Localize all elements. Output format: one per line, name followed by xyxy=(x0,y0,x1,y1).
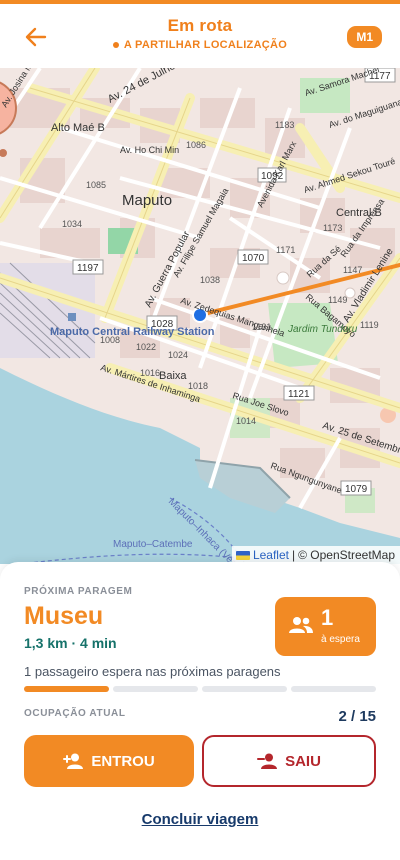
page-title: Em rota xyxy=(167,16,233,35)
road-number-label: 1034 xyxy=(62,219,82,229)
road-number-label: 1173 xyxy=(323,223,342,233)
ferry-label: Maputo–Catembe xyxy=(113,539,193,550)
progress-segment xyxy=(24,686,109,692)
waiting-count: 1 xyxy=(321,605,334,630)
map-canvas[interactable]: 1177 1092 1197 1070 1028 1121 1079 1034 … xyxy=(0,68,400,564)
road-number-label: 1018 xyxy=(188,381,208,391)
progress-segment xyxy=(291,686,376,692)
road-number-label: 1149 xyxy=(328,295,347,305)
next-stop-label: PRÓXIMA PARAGEM xyxy=(24,586,133,597)
road-number-1197: 1197 xyxy=(77,263,99,274)
road-plate: 1070 xyxy=(237,249,269,265)
road-number-1079: 1079 xyxy=(345,484,368,495)
attribution-separator: | xyxy=(291,548,296,562)
app-header: Em rota A PARTILHAR LOCALIZAÇÃO M1 xyxy=(0,4,400,68)
park-label: Jardim Tunduru xyxy=(287,324,358,335)
city-label: Maputo xyxy=(122,192,172,209)
road-number-label: 1147 xyxy=(343,265,362,275)
road-number-label: 1038 xyxy=(200,275,220,285)
finish-trip-link[interactable]: Concluir viagem xyxy=(0,811,400,828)
upcoming-passengers-note: 1 passageiro espera nas próximas paragen… xyxy=(24,664,281,679)
users-icon xyxy=(289,617,313,633)
road-number-label: 1085 xyxy=(86,180,106,190)
road-number-label: 1022 xyxy=(136,342,156,352)
road-number-label: 1024 xyxy=(168,350,188,360)
place-label: Baixa xyxy=(159,370,187,382)
station-label: Maputo Central Railway Station xyxy=(50,326,215,338)
alighted-button-label: SAIU xyxy=(285,752,321,770)
boarded-button-label: ENTROU xyxy=(91,752,155,770)
waiting-passengers-card: 1 à espera xyxy=(275,597,376,656)
trip-panel: PRÓXIMA PARAGEM Museu 1,3 km · 4 min 1 à… xyxy=(0,562,400,860)
road-number-label: 1183 xyxy=(275,120,294,130)
road-plate: 1121 xyxy=(283,385,315,401)
road-plate: 1197 xyxy=(72,259,104,275)
user-add-icon xyxy=(63,753,84,769)
leaflet-link[interactable]: Leaflet xyxy=(253,548,289,562)
road-number-label: 1086 xyxy=(186,140,206,150)
route-progress xyxy=(24,686,376,692)
place-label: Alto Maé B xyxy=(51,122,105,134)
route-badge: M1 xyxy=(347,26,382,48)
occupancy-value: 2 / 15 xyxy=(338,708,376,725)
sharing-status-label: A PARTILHAR LOCALIZAÇÃO xyxy=(123,39,288,51)
progress-segment xyxy=(202,686,287,692)
road-number-1121: 1121 xyxy=(288,389,310,400)
live-dot-icon xyxy=(112,42,119,48)
progress-segment xyxy=(113,686,198,692)
road-number-1070: 1070 xyxy=(242,253,265,264)
ukraine-flag-icon xyxy=(235,550,250,560)
road-plate: 1079 xyxy=(340,480,372,496)
boarded-button[interactable]: ENTROU xyxy=(24,735,194,787)
road-number-label: 1171 xyxy=(276,245,295,255)
road-number-label: 1014 xyxy=(236,416,256,426)
alighted-button[interactable]: SAIU xyxy=(202,735,376,787)
osm-attribution[interactable]: © OpenStreetMap xyxy=(298,548,395,562)
next-stop-distance-time: 1,3 km · 4 min xyxy=(24,635,117,651)
road-number-label: 1119 xyxy=(360,320,379,330)
waiting-label: à espera xyxy=(321,634,360,645)
place-label: Central B xyxy=(336,207,382,219)
route-map[interactable]: 1177 1092 1197 1070 1028 1121 1079 1034 … xyxy=(0,68,400,564)
next-stop-name: Museu xyxy=(24,602,104,630)
occupancy-label: OCUPAÇÃO ATUAL xyxy=(24,708,126,719)
sharing-status: A PARTILHAR LOCALIZAÇÃO xyxy=(0,39,400,51)
user-remove-icon xyxy=(257,753,278,769)
street-label: Av. Ho Chi Min xyxy=(120,145,179,155)
